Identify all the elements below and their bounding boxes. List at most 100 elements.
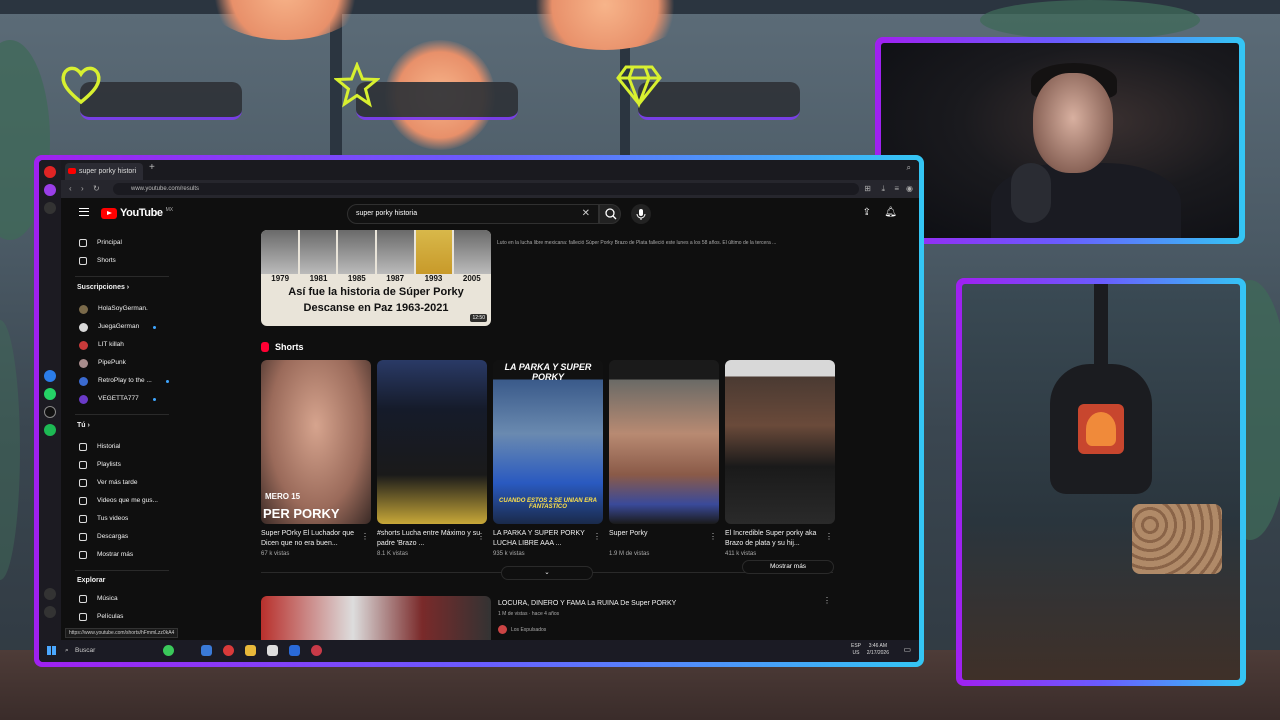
sidebar-item-shorts[interactable]: Shorts [79,254,116,268]
hamburger-menu-icon[interactable] [79,208,89,216]
sidebar-item-historial[interactable]: Historial [79,440,120,454]
more-options-icon[interactable]: ⋮ [477,532,485,541]
subscriptions-header[interactable]: Suscripciones › [77,284,129,291]
more-options-icon[interactable]: ⋮ [361,532,369,541]
sidebar-item-label: Shorts [97,257,116,264]
short-thumbnail[interactable] [609,360,719,524]
shorts-icon [261,342,269,352]
forward-icon[interactable]: › [81,184,84,194]
short-thumbnail[interactable]: MERO 15 PER PORKY [261,360,371,524]
subscription-label: JuegaGerman [98,323,140,330]
sidebar-item-your-videos[interactable]: Tus videos [79,512,128,526]
input-language[interactable]: ESP US [851,643,861,657]
sidebar-item-subscription[interactable]: JuegaGerman [79,320,157,334]
x-icon[interactable] [44,406,56,418]
short-card[interactable]: LA PARKA Y SUPER PORKY CUANDO ESTOS 2 SE… [493,360,603,557]
reload-icon[interactable]: ↻ [93,184,100,194]
sidebar-item-subscription[interactable]: HolaSoyGerman. [79,302,148,316]
sidebar-item-downloads[interactable]: Descargas [79,530,128,544]
video-description: Luto en la lucha libre mexicana: falleci… [497,240,777,246]
spotify-icon[interactable] [44,424,56,436]
address-bar-row: ‹ › ↻ www.youtube.com/results ⊞ ⤓ ≡ ◉ [61,180,919,198]
short-title[interactable]: Super POrky El Luchador que Dicen que no… [261,529,371,549]
video-meta: LOCURA, DINERO Y FAMA La RUINA De Super … [498,600,676,634]
tab-youtube[interactable]: super porky histori [65,163,143,180]
new-tab-icon[interactable]: + [149,162,155,173]
video-thumbnail[interactable]: 1979 1981 1985 1987 1993 2005 Así fue la… [261,230,491,326]
opera-icon[interactable] [223,645,234,656]
subscription-label: VEGETTA777 [98,395,139,402]
clear-search-icon[interactable]: ✕ [582,205,590,223]
sidebar-item-watch-later[interactable]: Ver más tarde [79,476,137,490]
channel-link[interactable]: Los Expulsados [498,625,676,634]
home-icon[interactable] [44,184,56,196]
short-thumbnail[interactable] [377,360,487,524]
sidebar-item-show-more[interactable]: Mostrar más [79,548,133,562]
app-icon[interactable] [163,645,174,656]
sidebar-item-subscription[interactable]: VEGETTA777 [79,392,156,406]
stove-scene [962,284,1240,680]
star-icon [334,62,380,108]
file-explorer-icon[interactable] [245,645,256,656]
search-button[interactable] [599,204,621,224]
sidebar-item-liked-videos[interactable]: Videos que me gus... [79,494,158,508]
windows-start-icon[interactable] [47,646,56,655]
short-title[interactable]: Super Porky [609,529,719,549]
short-title[interactable]: #shorts Lucha entre Máximo y su padre 'B… [377,529,487,549]
short-card[interactable]: MERO 15 PER PORKY Super POrky El Luchado… [261,360,371,557]
more-options-icon[interactable]: ⋮ [825,532,833,541]
sidebar-item-label: Música [97,595,118,602]
heart-icon[interactable] [44,588,56,600]
short-views: 1.9 M de vistas [609,551,650,557]
more-options-icon[interactable]: ⋮ [709,532,717,541]
profile-icon[interactable]: ◉ [906,184,913,194]
notifications-icon[interactable]: 🔔︎ [884,207,897,218]
search-input[interactable]: super porky historia ✕ [347,204,599,224]
sidebar-item-subscription[interactable]: PipePunk [79,356,126,370]
search-tabs-icon[interactable]: ⌕ [907,163,911,173]
short-title[interactable]: LA PARKA Y SUPER PORKY LUCHA LIBRE AAA .… [493,529,603,549]
show-more-button[interactable]: Mostrar más ⌄ [501,560,834,580]
taskbar-clock[interactable]: 3:46 AM 2/17/2026 [867,643,889,657]
messenger-icon[interactable] [44,370,56,382]
you-header[interactable]: Tú › [77,422,90,429]
sidebar-item-music[interactable]: Música [79,592,118,606]
sidebar-item-principal[interactable]: Principal [79,236,122,250]
short-card[interactable]: Super Porky 1.9 M de vistas ⋮ [609,360,719,557]
notifications-icon[interactable]: ▭ [903,645,911,654]
desktop-screen: super porky histori + ⌕ ‹ › ↻ www.youtub… [39,160,919,662]
sidebar-item-playlists[interactable]: Playlists [79,458,121,472]
app-icon[interactable] [311,645,322,656]
more-options-icon[interactable]: ⋮ [823,596,831,605]
youtube-logo[interactable]: YouTube MX [101,207,173,219]
star-icon[interactable] [44,202,56,214]
short-card[interactable]: #shorts Lucha entre Máximo y su padre 'B… [377,360,487,557]
voice-search-button[interactable] [631,204,651,224]
upload-icon[interactable]: ⇪ [863,207,871,218]
app-icon[interactable] [289,645,300,656]
short-title[interactable]: El Incredible Super porky aka Brazo de p… [725,529,835,549]
short-thumbnail[interactable] [725,360,835,524]
taskbar-search[interactable]: ⌕ Buscar [63,644,159,658]
sidebar-item-subscription[interactable]: LIT killah [79,338,124,352]
menu-icon[interactable]: ≡ [894,184,899,194]
more-options-icon[interactable]: ⋮ [593,532,601,541]
extensions-icon[interactable]: ⊞ [864,184,871,194]
short-thumbnail[interactable]: LA PARKA Y SUPER PORKY CUANDO ESTOS 2 SE… [493,360,603,524]
country-code: MX [165,207,174,213]
app-icon[interactable] [201,645,212,656]
clock-icon[interactable] [44,606,56,618]
opera-logo-icon[interactable] [44,166,56,178]
download-icon[interactable]: ⤓ [881,184,885,194]
address-bar[interactable]: www.youtube.com/results [113,183,859,195]
short-card[interactable]: El Incredible Super porky aka Brazo de p… [725,360,835,557]
sidebar-item-movies[interactable]: Películas [79,610,123,624]
video-duration: 12:50 [470,314,487,322]
sidebar-item-subscription[interactable]: RetroPlay to the ... [79,374,169,388]
whatsapp-icon[interactable] [44,388,56,400]
search-query: super porky historia [356,210,418,217]
back-icon[interactable]: ‹ [69,184,72,194]
video-title[interactable]: LOCURA, DINERO Y FAMA La RUINA De Super … [498,600,676,607]
browser-sidebar [39,160,61,640]
app-icon[interactable] [267,645,278,656]
